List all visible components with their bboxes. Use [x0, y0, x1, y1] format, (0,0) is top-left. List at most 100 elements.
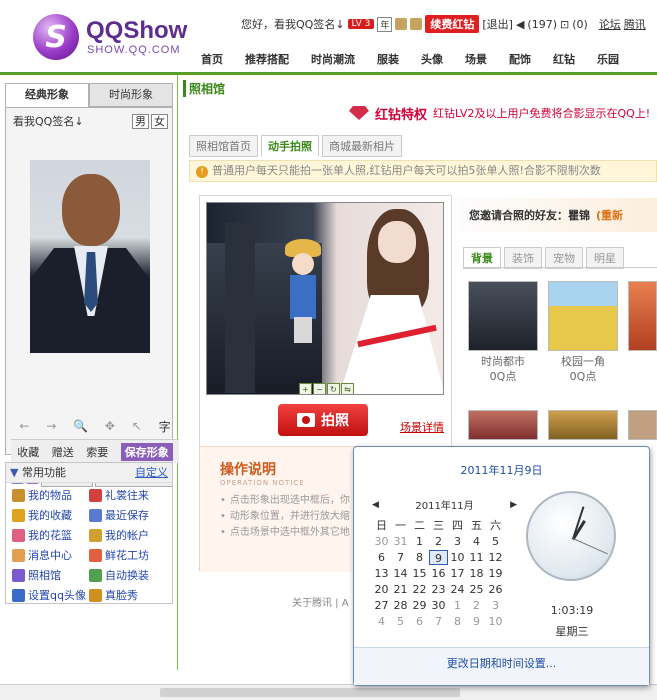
function-item[interactable]: 礼裳往来: [89, 487, 166, 503]
calendar-day[interactable]: 19: [486, 566, 505, 581]
calendar-day[interactable]: 1: [448, 598, 467, 613]
calendar-day[interactable]: 4: [467, 534, 486, 549]
rotate-icon[interactable]: ↻: [327, 383, 340, 394]
calendar-day[interactable]: 7: [391, 550, 410, 565]
thumb-campus[interactable]: [548, 281, 618, 351]
logout-link[interactable]: [退出]: [482, 16, 513, 32]
calendar-day[interactable]: 5: [486, 534, 505, 549]
nav-item[interactable]: 首页: [190, 51, 234, 67]
calendar-day[interactable]: 2: [429, 534, 448, 549]
reselect-link[interactable]: (重新: [596, 207, 623, 223]
request-button[interactable]: 索要: [86, 444, 108, 460]
tab-fashion[interactable]: 时尚形象: [89, 83, 173, 107]
tab-star[interactable]: 明星: [586, 247, 624, 269]
thumb-city[interactable]: [468, 281, 538, 351]
calendar-day[interactable]: 5: [391, 614, 410, 629]
calendar-day[interactable]: 16: [429, 566, 448, 581]
calendar-day[interactable]: 8: [410, 550, 429, 565]
tab-photo-home[interactable]: 照相馆首页: [189, 135, 258, 157]
tab-take-photo[interactable]: 动手拍照: [261, 135, 319, 157]
save-avatar-button[interactable]: 保存形象: [120, 442, 173, 461]
tab-mall-photos[interactable]: 商城最新相片: [322, 135, 402, 157]
function-item[interactable]: 最近保存: [89, 507, 166, 523]
function-item[interactable]: 自动换装: [89, 567, 166, 583]
speaker-icon[interactable]: ◀: [516, 18, 524, 31]
calendar-day[interactable]: 9: [429, 550, 448, 565]
zoom-in-icon[interactable]: +: [299, 383, 312, 394]
tab-background[interactable]: 背景: [463, 247, 501, 269]
calendar-day[interactable]: 17: [448, 566, 467, 581]
calendar-day[interactable]: 30: [372, 534, 391, 549]
calendar-day[interactable]: 24: [448, 582, 467, 597]
calendar-day[interactable]: 28: [391, 598, 410, 613]
footer-about[interactable]: 关于腾讯 | A: [292, 594, 349, 609]
calendar-day[interactable]: 9: [467, 614, 486, 629]
customize-link[interactable]: 自定义: [135, 463, 168, 483]
nav-item[interactable]: 推荐搭配: [234, 51, 300, 67]
nav-item[interactable]: 头像: [410, 51, 454, 67]
calendar-day[interactable]: 22: [410, 582, 429, 597]
function-item[interactable]: 设置qq头像: [12, 587, 89, 603]
function-item[interactable]: 鲜花工坊: [89, 547, 166, 563]
calendar-day[interactable]: 4: [372, 614, 391, 629]
bag-icon[interactable]: [410, 18, 423, 30]
prev-month-icon[interactable]: ◀: [372, 500, 379, 510]
calendar-day[interactable]: 15: [410, 566, 429, 581]
scene-detail-link[interactable]: 场景详情: [400, 419, 444, 435]
sex-female-button[interactable]: 女: [151, 114, 168, 129]
calendar-day[interactable]: 29: [410, 598, 429, 613]
change-datetime-link[interactable]: 更改日期和时间设置...: [354, 647, 649, 685]
scrollbar-thumb[interactable]: [160, 688, 460, 697]
calendar-day[interactable]: 31: [391, 534, 410, 549]
move-icon[interactable]: ✥: [105, 419, 115, 433]
text-icon[interactable]: 字: [159, 418, 171, 435]
calendar-day[interactable]: 25: [467, 582, 486, 597]
cart-icon[interactable]: ⊡: [560, 18, 569, 31]
nav-item[interactable]: 配饰: [498, 51, 542, 67]
tencent-link[interactable]: 腾讯: [624, 16, 646, 32]
calendar-day[interactable]: 12: [486, 550, 505, 565]
avatar-photo[interactable]: [30, 160, 150, 353]
sex-male-button[interactable]: 男: [132, 114, 149, 129]
vip-banner[interactable]: 红钻特权 红钻LV2及以上用户免费将合影显示在QQ上!: [349, 102, 654, 124]
calendar-day[interactable]: 30: [429, 598, 448, 613]
nav-item[interactable]: 服装: [366, 51, 410, 67]
function-item[interactable]: 我的花篮: [12, 527, 89, 543]
calendar-day[interactable]: 3: [448, 534, 467, 549]
function-item[interactable]: 照相馆: [12, 567, 89, 583]
calendar-day[interactable]: 8: [448, 614, 467, 629]
function-item[interactable]: 真脸秀: [89, 587, 166, 603]
gift-button[interactable]: 赠送: [52, 444, 74, 460]
tab-decoration[interactable]: 装饰: [504, 247, 542, 269]
calendar-day[interactable]: 3: [486, 598, 505, 613]
nav-item[interactable]: 时尚潮流: [300, 51, 366, 67]
nav-item[interactable]: 乐园: [586, 51, 630, 67]
calendar-day[interactable]: 23: [429, 582, 448, 597]
calendar-day[interactable]: 21: [391, 582, 410, 597]
calendar-day[interactable]: 6: [372, 550, 391, 565]
tab-pet[interactable]: 宠物: [545, 247, 583, 269]
calendar-day[interactable]: 6: [410, 614, 429, 629]
calendar-day[interactable]: 26: [486, 582, 505, 597]
function-item[interactable]: 我的物品: [12, 487, 89, 503]
flip-icon[interactable]: ⇋: [341, 383, 354, 394]
thumb-row2[interactable]: [468, 410, 538, 440]
calendar-day[interactable]: 20: [372, 582, 391, 597]
nav-item[interactable]: 红钻: [542, 51, 586, 67]
thumb-row2[interactable]: [628, 410, 657, 440]
function-item[interactable]: 我的帐户: [89, 527, 166, 543]
qqshow-logo-icon[interactable]: S: [33, 14, 79, 60]
calendar-day[interactable]: 2: [467, 598, 486, 613]
photo-scene[interactable]: + − ↻ ⇋: [206, 202, 444, 395]
calendar-day[interactable]: 1: [410, 534, 429, 549]
calendar-day[interactable]: 18: [467, 566, 486, 581]
function-item[interactable]: 消息中心: [12, 547, 89, 563]
logo-title[interactable]: QQShow: [86, 17, 187, 45]
message-count[interactable]: (197): [527, 18, 557, 31]
cartoon-avatar[interactable]: [285, 239, 321, 343]
collect-button[interactable]: 收藏: [17, 444, 39, 460]
calendar-day[interactable]: 14: [391, 566, 410, 581]
cart-count[interactable]: (0): [572, 18, 588, 31]
thumb-row2[interactable]: [548, 410, 618, 440]
thumb-partial[interactable]: [628, 281, 657, 351]
